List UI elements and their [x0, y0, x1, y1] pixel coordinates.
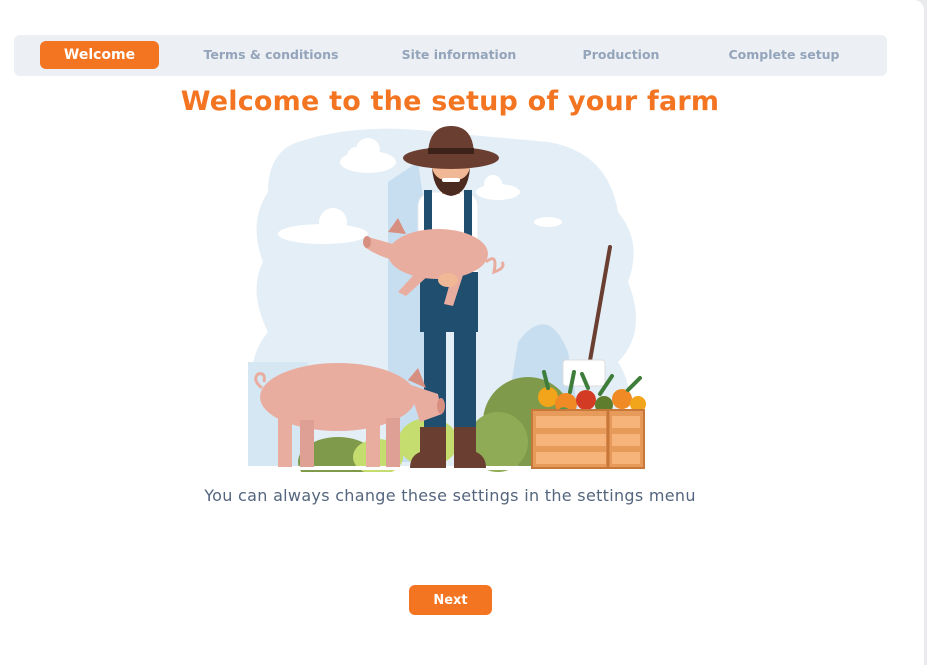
farmer-illustration: [248, 126, 658, 472]
step-complete-setup[interactable]: Complete setup: [722, 41, 846, 69]
setup-stepper: Welcome Terms & conditions Site informat…: [14, 35, 887, 76]
page-subtitle: You can always change these settings in …: [204, 486, 696, 505]
step-site-information[interactable]: Site information: [392, 41, 526, 69]
step-production[interactable]: Production: [572, 41, 670, 69]
step-welcome[interactable]: Welcome: [40, 41, 159, 69]
step-terms-and-conditions[interactable]: Terms & conditions: [188, 41, 354, 69]
page-title: Welcome to the setup of your farm: [180, 86, 720, 117]
setup-window: Welcome Terms & conditions Site informat…: [0, 0, 924, 665]
next-button[interactable]: Next: [409, 585, 492, 615]
vegetable-crate-icon: [531, 370, 646, 469]
